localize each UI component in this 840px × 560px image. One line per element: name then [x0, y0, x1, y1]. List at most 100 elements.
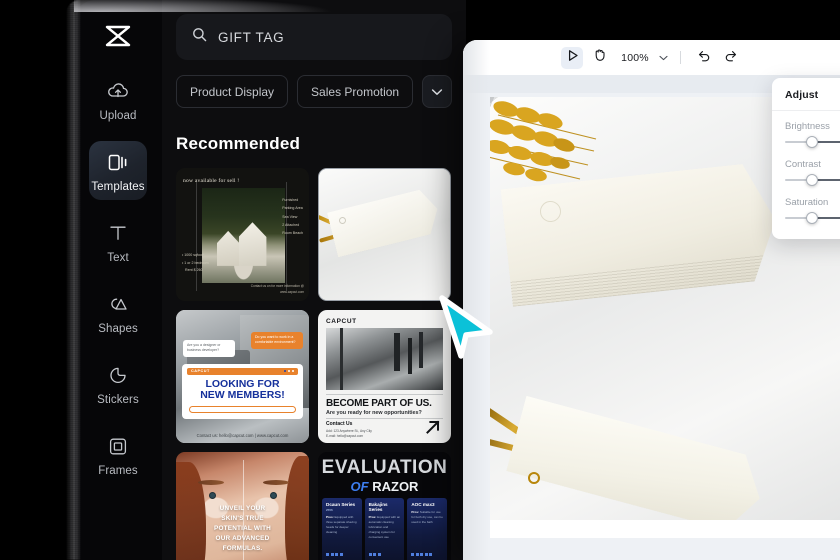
- comparison-column: AOC max3 Pros: Suitable for use for both…: [407, 498, 448, 560]
- sidebar-item-stickers[interactable]: Stickers: [89, 354, 147, 413]
- column-body: Pros: Suitable for use for both dry use,…: [411, 510, 443, 525]
- hand-tool-button[interactable]: [588, 47, 610, 69]
- comparison-column: Dcaun Series 2556 Pros: Equipped with th…: [322, 498, 362, 560]
- search-icon: [192, 27, 207, 47]
- card-footer: Contact us on for more information @ www.…: [250, 283, 304, 294]
- card-brand-bar: CAPCUT: [187, 367, 298, 375]
- card-footer: Contact us: hello@capcut.com | www.capcu…: [196, 433, 289, 438]
- column-title: AOC max3: [411, 502, 435, 507]
- card-plate: CAPCUT LOOKING FOR NEW MEMBERS!: [182, 363, 303, 419]
- sidebar-item-label: Stickers: [97, 394, 139, 406]
- template-card-looking-for-new-members[interactable]: Are you a designer or business developer…: [176, 310, 309, 443]
- chip-label: Sales Promotion: [311, 84, 400, 99]
- rating-stars: [368, 553, 381, 556]
- undo-button[interactable]: [693, 47, 715, 69]
- undo-icon: [697, 49, 711, 67]
- select-tool-button[interactable]: [561, 46, 584, 69]
- cloud-upload-icon: [106, 79, 130, 103]
- card-title-bottom: OF RAZOR: [350, 479, 419, 494]
- template-card-become-part-of-us[interactable]: CAPCUT BECOME PART OF US. Are you ready …: [318, 310, 451, 443]
- sidebar-item-label: Text: [107, 252, 129, 264]
- artboard-bottom-margin: [490, 520, 840, 538]
- slider-label: Saturation: [785, 197, 829, 208]
- eye-left: [209, 492, 216, 499]
- card-input-placeholder: [189, 406, 296, 413]
- saturation-slider[interactable]: [785, 211, 840, 225]
- chip-label: Product Display: [190, 84, 275, 99]
- comparison-column: Bakajins Series Pros: Equipped with an a…: [364, 498, 405, 560]
- eyebrow-left: [198, 480, 224, 485]
- chevron-down-icon: [431, 83, 443, 101]
- gift-tag-hole: [528, 472, 540, 484]
- card-headline: UNVEIL YOUR SKIN'S TRUE POTENTIAL WITH OUR …: [214, 505, 271, 552]
- sidebar-item-text[interactable]: Text: [89, 212, 147, 271]
- adjust-panel-title: Adjust: [785, 89, 819, 101]
- slider-handle[interactable]: [805, 174, 818, 186]
- card-title-top: EVALUATION: [321, 457, 448, 478]
- template-card-evaluation-of-razor[interactable]: EVALUATION OF RAZOR Dcaun Series 2556 Pr…: [318, 452, 451, 560]
- sidebar-item-shapes[interactable]: Shapes: [89, 283, 147, 342]
- templates-panel: GIFT TAG Product Display Sales Promotion…: [162, 0, 466, 560]
- card-subhead: Are you ready for new opportunities?: [326, 410, 422, 416]
- brand-label: CAPCUT: [326, 318, 357, 325]
- shapes-icon: [106, 292, 130, 316]
- slider-handle[interactable]: [805, 136, 818, 148]
- contrast-slider[interactable]: [785, 173, 840, 187]
- card-headline: LOOKING FOR NEW MEMBERS!: [200, 377, 285, 402]
- template-card-real-estate-listing[interactable]: now available for sell ! Furnished Parkin…: [176, 168, 309, 301]
- filter-chip-sales-promotion[interactable]: Sales Promotion: [297, 75, 414, 108]
- card-photo: [202, 188, 285, 283]
- speech-bubble-left: Are you a designer or business developer…: [183, 340, 235, 357]
- templates-icon: [106, 150, 130, 174]
- cursor-select-icon: [566, 49, 579, 67]
- slider-label: Contrast: [785, 159, 821, 170]
- sidebar-item-label: Templates: [91, 181, 145, 193]
- card-features: Furnished Parking Area Sea View 2 Attached R…: [282, 198, 303, 236]
- sticker-icon: [106, 363, 130, 387]
- card-photo: [326, 328, 443, 390]
- frames-icon: [106, 434, 130, 458]
- brightness-slider-row: Brightness: [785, 121, 840, 149]
- column-body: Pros: Equipped with three separate shavi…: [326, 515, 357, 535]
- sidebar-item-label: Upload: [99, 110, 137, 122]
- template-card-blank-gift-tag-marble[interactable]: [318, 168, 451, 301]
- filter-chip-product-display[interactable]: Product Display: [176, 75, 289, 108]
- redo-button[interactable]: [720, 47, 742, 69]
- rating-stars: [326, 553, 343, 556]
- brightness-slider[interactable]: [785, 135, 840, 149]
- card-headline: BECOME PART OF US.: [326, 398, 432, 409]
- column-body: Pros: Equipped with an automatic cleanin…: [368, 515, 401, 540]
- toolbar-divider: [679, 51, 681, 64]
- chevron-down-icon[interactable]: [659, 55, 668, 61]
- filter-chip-row: Product Display Sales Promotion: [176, 75, 452, 108]
- screenshot-root: Upload Templates Text Shapes Stickers Fr…: [0, 0, 840, 560]
- dots-decoration: [283, 369, 294, 373]
- expand-filters-button[interactable]: [422, 75, 452, 108]
- comparison-columns: Dcaun Series 2556 Pros: Equipped with th…: [322, 498, 448, 560]
- template-grid: now available for sell ! Furnished Parkin…: [176, 168, 452, 560]
- sidebar-item-label: Shapes: [98, 323, 138, 335]
- zoom-level-value[interactable]: 100%: [621, 52, 649, 64]
- eye-right: [270, 492, 277, 499]
- sidebar-item-templates[interactable]: Templates: [89, 141, 147, 200]
- template-card-skincare-formula[interactable]: UNVEIL YOUR SKIN'S TRUE POTENTIAL WITH OUR …: [176, 452, 309, 560]
- rating-stars: [411, 553, 433, 556]
- card-headline: now available for sell !: [183, 178, 240, 184]
- capcut-logo-icon[interactable]: [96, 14, 140, 58]
- brand-label: CAPCUT: [191, 369, 210, 373]
- contrast-slider-row: Contrast: [785, 159, 840, 187]
- arrow-up-right-icon: [424, 418, 442, 436]
- slider-label: Brightness: [785, 121, 830, 132]
- column-title: Bakajins Series: [368, 502, 388, 512]
- left-nav-rail: Upload Templates Text Shapes Stickers Fr…: [74, 0, 162, 560]
- search-input[interactable]: GIFT TAG: [176, 14, 452, 60]
- card-bullets: • 1000 sqfoot* • 1 or 2 bedroom Rent $ 26…: [182, 253, 209, 273]
- slider-handle[interactable]: [805, 212, 818, 224]
- capcut-app-window: Upload Templates Text Shapes Stickers Fr…: [74, 0, 466, 560]
- sidebar-item-frames[interactable]: Frames: [89, 425, 147, 484]
- sidebar-item-upload[interactable]: Upload: [89, 70, 147, 129]
- editor-toolbar: 100%: [463, 40, 840, 75]
- eyebrow-right: [263, 480, 289, 485]
- hand-pan-icon: [593, 48, 606, 67]
- adjust-panel[interactable]: Adjust Brightness Contrast Saturation: [772, 78, 840, 239]
